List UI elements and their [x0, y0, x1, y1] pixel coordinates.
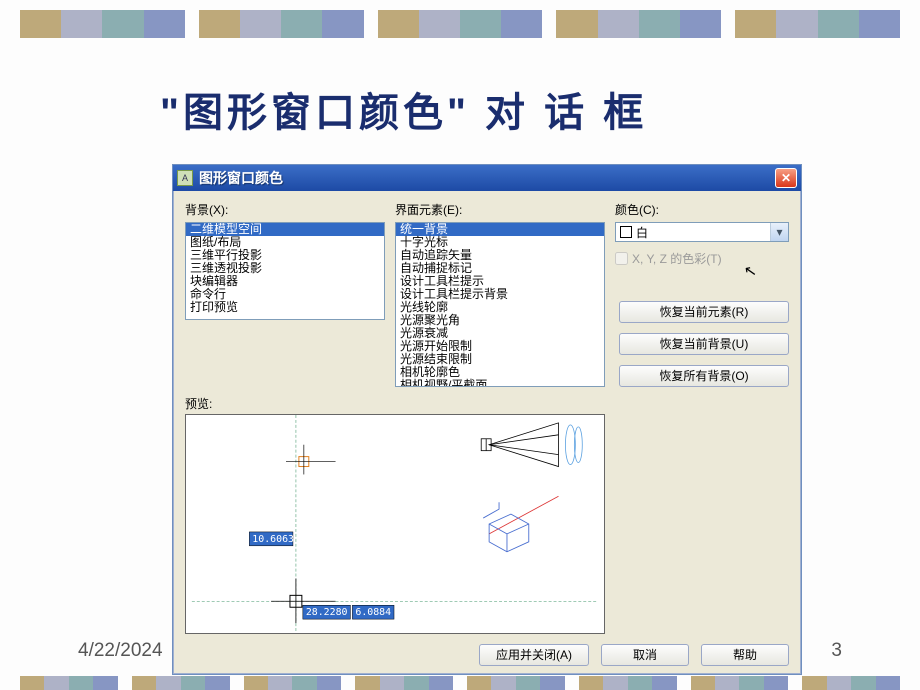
apply-and-close-button[interactable]: 应用并关闭(A): [479, 644, 589, 666]
slide-bottom-decor: [0, 676, 920, 690]
element-listbox[interactable]: 统一背景十字光标自动追踪矢量自动捕捉标记设计工具栏提示设计工具栏提示背景光线轮廓…: [395, 222, 605, 387]
color-combobox[interactable]: 白 ▾: [615, 222, 789, 242]
color-label: 颜色(C):: [615, 201, 789, 218]
dialog-title: 图形窗口颜色: [199, 168, 775, 188]
context-listbox[interactable]: 二维模型空间图纸/布局三维平行投影三维透视投影块编辑器命令行打印预览: [185, 222, 385, 320]
slide-top-decor: [0, 10, 920, 38]
close-button[interactable]: ✕: [775, 168, 797, 188]
element-item[interactable]: 相机视野/平截面: [396, 379, 604, 387]
dim1: 10.6063: [252, 534, 294, 545]
chevron-down-icon[interactable]: ▾: [770, 223, 788, 241]
context-label: 背景(X):: [185, 201, 385, 218]
slide-page-number: 3: [831, 640, 842, 662]
preview-area: 10.6063 28.2280 6.0884: [185, 414, 605, 634]
app-icon: A: [177, 170, 193, 186]
context-item[interactable]: 打印预览: [186, 301, 384, 314]
tint-label: X, Y, Z 的色彩(T): [632, 250, 722, 267]
dim3: 6.0884: [355, 607, 391, 618]
drawing-window-colors-dialog: A 图形窗口颜色 ✕ 背景(X): 界面元素(E): 颜色(C): 二维模型空间…: [172, 164, 802, 675]
help-button[interactable]: 帮助: [701, 644, 789, 666]
element-label: 界面元素(E):: [395, 201, 605, 218]
restore-all-backgrounds-button[interactable]: 恢复所有背景(O): [619, 365, 789, 387]
color-swatch: [620, 226, 632, 238]
restore-background-button[interactable]: 恢复当前背景(U): [619, 333, 789, 355]
dialog-titlebar: A 图形窗口颜色 ✕: [173, 165, 801, 191]
tint-checkbox-row: X, Y, Z 的色彩(T): [615, 250, 789, 267]
dim2: 28.2280: [306, 607, 348, 618]
restore-element-button[interactable]: 恢复当前元素(R): [619, 301, 789, 323]
slide-title: "图形窗口颜色" 对 话 框: [160, 80, 647, 138]
cancel-button[interactable]: 取消: [601, 644, 689, 666]
preview-label: 预览:: [185, 395, 789, 412]
tint-checkbox: [615, 252, 628, 265]
color-value: 白: [636, 224, 770, 241]
slide-date: 4/22/2024: [78, 640, 163, 662]
